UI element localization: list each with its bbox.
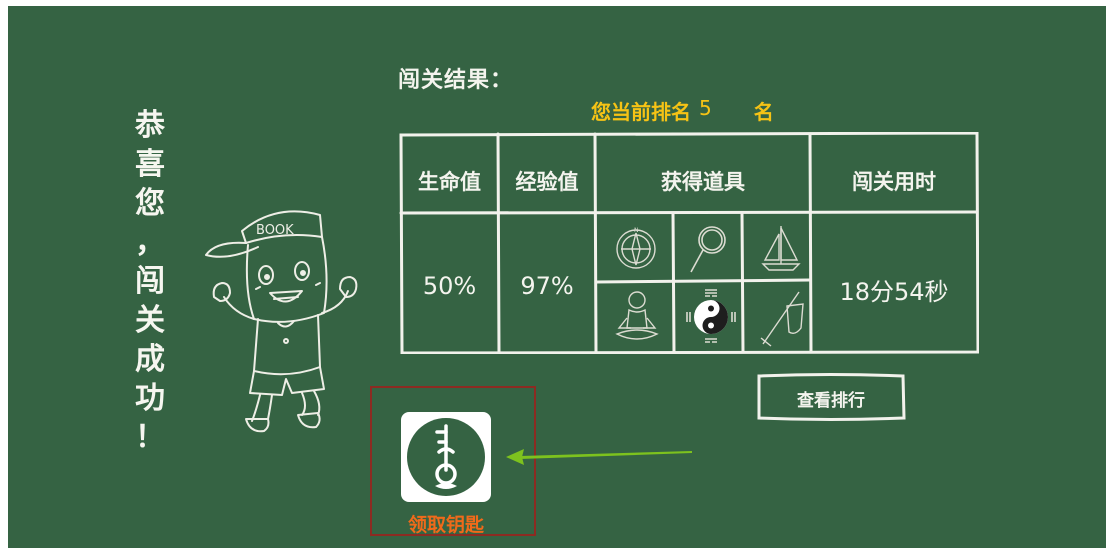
header-time: 闯关用时 xyxy=(852,170,936,194)
congrats-char: 喜 xyxy=(135,147,165,182)
magnifier-icon xyxy=(690,226,726,273)
congrats-char: 功 xyxy=(135,381,165,416)
rank-suffix: 名 xyxy=(753,100,774,124)
current-rank: 您当前排名 5 名 xyxy=(591,96,774,125)
arrow-left-icon xyxy=(506,449,692,465)
rank-value: 5 xyxy=(699,96,712,120)
congrats-char: 关 xyxy=(135,303,165,338)
view-ranking-label: 查看排行 xyxy=(797,391,865,410)
congrats-char: ！ xyxy=(135,420,165,455)
results-title: 闯关结果： xyxy=(398,68,514,93)
congrats-char: 恭 xyxy=(135,108,165,143)
svg-text:N: N xyxy=(634,227,639,234)
sword-and-shield-icon xyxy=(760,291,804,347)
view-ranking-button[interactable]: 查看排行 xyxy=(756,372,906,422)
meditating-figure-icon xyxy=(615,291,659,340)
claim-key-button[interactable] xyxy=(401,412,491,502)
yin-yang-bagua-icon xyxy=(686,289,736,343)
header-exp: 经验值 xyxy=(515,170,579,194)
rank-prefix: 您当前排名 xyxy=(591,100,691,124)
claim-key-label: 领取钥匙 xyxy=(407,514,484,536)
congrats-char: 您 xyxy=(135,186,165,221)
key-badge-icon xyxy=(407,418,485,496)
congrats-char: 闯 xyxy=(135,264,165,299)
compass-icon: N xyxy=(616,227,656,269)
value-exp: 97% xyxy=(520,272,574,300)
value-hp: 50% xyxy=(422,272,477,300)
cap-text: BOOK xyxy=(256,223,294,238)
book-character-illustration: BOOK xyxy=(205,210,358,433)
congrats-char: 成 xyxy=(135,342,165,377)
header-items: 获得道具 xyxy=(661,170,745,194)
congrats-vertical-text: 恭 喜 您 ， 闯 关 成 功 ！ xyxy=(120,106,180,457)
sailboat-icon xyxy=(761,226,801,271)
header-hp: 生命值 xyxy=(418,170,481,194)
results-table: 生命值 经验值 获得道具 闯关用时 50% 97% 18分54秒 N xyxy=(399,132,979,354)
congrats-char: ， xyxy=(135,225,165,260)
chalkboard: 恭 喜 您 ， 闯 关 成 功 ！ BOOK 闯关结果： 您当前排名 5 名 生… xyxy=(8,6,1106,548)
value-time: 18分54秒 xyxy=(839,278,949,306)
